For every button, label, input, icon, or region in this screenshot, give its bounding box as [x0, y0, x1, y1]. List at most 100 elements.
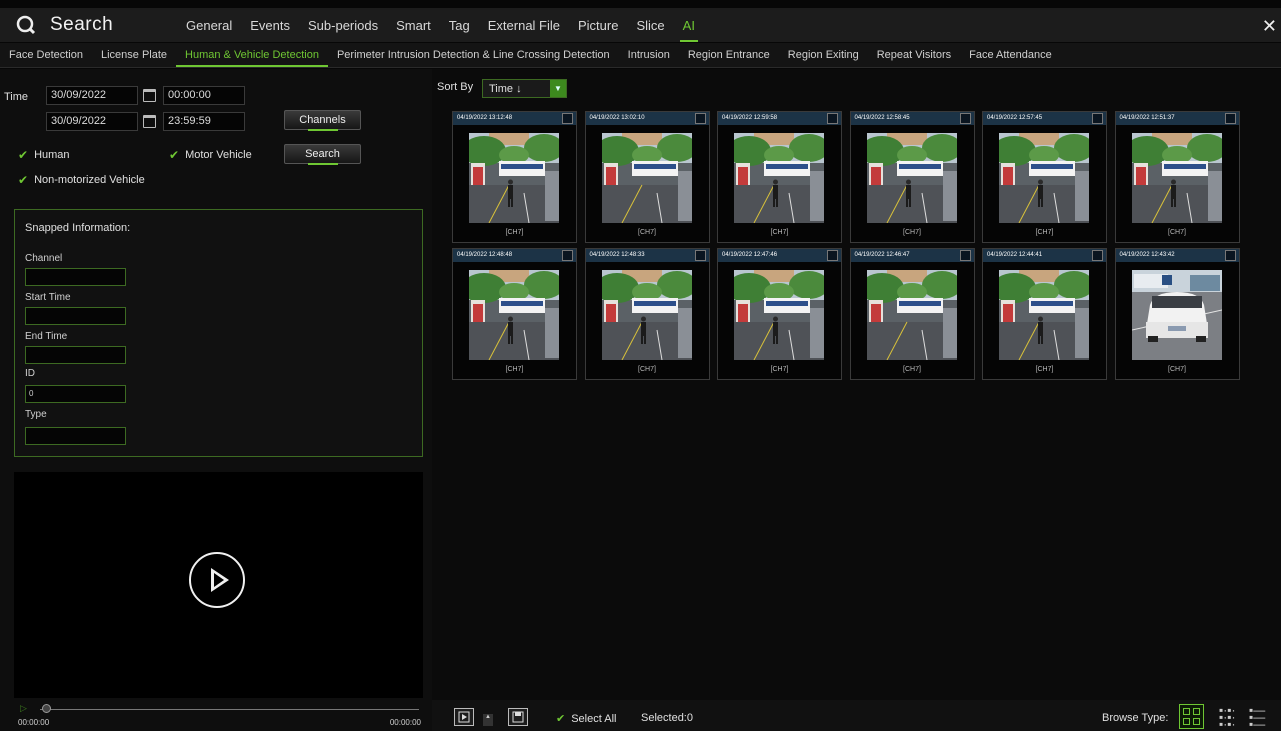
subtab-human-vehicle-detection[interactable]: Human & Vehicle Detection — [176, 43, 328, 67]
result-thumbnail[interactable]: 04/19/2022 13:02:10 [CH7] — [584, 111, 710, 243]
snapshot-image[interactable] — [734, 270, 824, 360]
timeline-handle[interactable] — [42, 704, 51, 713]
search-button[interactable]: Search — [284, 144, 361, 165]
grid-view-icon[interactable] — [1179, 704, 1204, 729]
id-value: 0 — [25, 385, 126, 403]
thumbnail-timestamp: 04/19/2022 13:12:48 — [457, 115, 513, 121]
tab-picture[interactable]: Picture — [578, 8, 618, 42]
snapshot-image[interactable] — [734, 133, 824, 223]
thumbnail-checkbox[interactable] — [1224, 250, 1236, 261]
result-thumbnail[interactable]: 04/19/2022 12:43:42 [CH7] — [1114, 248, 1240, 380]
result-thumbnail[interactable]: 04/19/2022 12:46:47 [CH7] — [849, 248, 975, 380]
video-player[interactable] — [14, 472, 423, 698]
tab-events[interactable]: Events — [250, 8, 290, 42]
result-thumbnail[interactable]: 04/19/2022 12:48:48 [CH7] — [452, 248, 577, 380]
close-icon[interactable]: ✕ — [1262, 16, 1277, 37]
human-checkbox[interactable]: ✔ Human — [18, 148, 70, 162]
tab-ai[interactable]: AI — [679, 8, 699, 42]
tab-external-file[interactable]: External File — [488, 8, 560, 42]
thumbnail-header: 04/19/2022 12:57:45 — [983, 112, 1106, 125]
playback-timeline[interactable]: ▷ 00:00:00 00:00:00 — [14, 703, 423, 729]
subtab-repeat-visitors[interactable]: Repeat Visitors — [868, 43, 960, 67]
play-small-icon[interactable]: ▷ — [20, 703, 27, 714]
thumbnail-channel: [CH7] — [770, 366, 789, 373]
result-thumbnail[interactable]: 04/19/2022 12:48:33 [CH7] — [584, 248, 710, 380]
subtab-face-attendance[interactable]: Face Attendance — [960, 43, 1061, 67]
start-calendar-icon[interactable] — [143, 89, 156, 102]
thumbnail-header: 04/19/2022 12:48:33 — [585, 249, 709, 262]
result-thumbnail[interactable]: 04/19/2022 12:44:41 [CH7] — [982, 248, 1107, 380]
end-time-label: End Time — [25, 331, 68, 342]
result-thumbnail[interactable]: 04/19/2022 12:58:45 [CH7] — [849, 111, 975, 243]
thumbnail-header: 04/19/2022 12:44:41 — [983, 249, 1106, 262]
snapshot-image[interactable] — [601, 133, 692, 223]
detail-grid-view-icon[interactable]: ▪·▪· ▪·▪· ▪·▪· — [1219, 704, 1236, 730]
snapshot-image[interactable] — [1131, 270, 1222, 360]
start-time-value — [25, 307, 126, 325]
result-thumbnail[interactable]: 04/19/2022 12:47:46 [CH7] — [717, 248, 842, 380]
sort-label: Sort By — [437, 81, 474, 93]
subtab-region-exiting[interactable]: Region Exiting — [779, 43, 868, 67]
backup-button[interactable] — [508, 708, 528, 726]
tab-smart[interactable]: Smart — [396, 8, 431, 42]
list-view-icon[interactable]: ▪— ▪— ▪— — [1249, 704, 1265, 730]
thumbnail-checkbox[interactable] — [959, 113, 971, 124]
select-all-checkbox[interactable]: ✔ Select All — [556, 712, 616, 726]
thumbnail-checkbox[interactable] — [827, 113, 838, 124]
tab-sub-periods[interactable]: Sub-periods — [308, 8, 378, 42]
motor-vehicle-checkbox[interactable]: ✔ Motor Vehicle — [169, 148, 252, 162]
tab-slice[interactable]: Slice — [636, 8, 664, 42]
subtab-intrusion[interactable]: Intrusion — [619, 43, 679, 67]
snapshot-image[interactable] — [999, 133, 1089, 223]
end-calendar-icon[interactable] — [143, 115, 156, 128]
checkmark-icon: ✔ — [169, 148, 180, 162]
thumbnail-checkbox[interactable] — [827, 250, 838, 261]
snapshot-image[interactable] — [469, 133, 559, 223]
thumbnail-checkbox[interactable] — [694, 250, 706, 261]
thumbnail-checkbox[interactable] — [1092, 113, 1103, 124]
start-date-field[interactable]: 30/09/2022 — [46, 86, 138, 105]
thumbnail-checkbox[interactable] — [1224, 113, 1236, 124]
snapshot-image[interactable] — [469, 270, 559, 360]
channels-button[interactable]: Channels — [284, 110, 361, 131]
thumbnail-header: 04/19/2022 12:48:48 — [453, 249, 576, 262]
subtab-perimeter-intrusion-detection-line-crossing-detection[interactable]: Perimeter Intrusion Detection & Line Cro… — [328, 43, 619, 67]
snapshot-image[interactable] — [866, 270, 957, 360]
end-time-field[interactable]: 23:59:59 — [163, 112, 245, 131]
thumbnail-checkbox[interactable] — [959, 250, 971, 261]
thumbnail-checkbox[interactable] — [562, 113, 573, 124]
timeline-track[interactable] — [40, 709, 419, 710]
start-time-field[interactable]: 00:00:00 — [163, 86, 245, 105]
snapshot-image[interactable] — [601, 270, 692, 360]
checkmark-icon: ✔ — [18, 148, 29, 162]
bottom-toolbar: ▲ ✔ Select All Selected:0 Browse Type: ▪·… — [432, 700, 1281, 731]
checkmark-icon: ✔ — [556, 713, 566, 725]
non-motorized-checkbox[interactable]: ✔ Non-motorized Vehicle — [18, 173, 145, 187]
thumbnail-timestamp: 04/19/2022 12:48:33 — [589, 252, 645, 258]
thumbnail-header: 04/19/2022 12:59:58 — [718, 112, 841, 125]
result-thumbnail[interactable]: 04/19/2022 12:59:58 [CH7] — [717, 111, 842, 243]
play-selected-button[interactable] — [454, 708, 474, 726]
thumbnail-channel: [CH7] — [903, 229, 921, 236]
thumbnail-checkbox[interactable] — [694, 113, 706, 124]
id-label: ID — [25, 368, 35, 379]
sort-select[interactable]: Time ↓ ▼ — [482, 79, 567, 98]
result-thumbnail[interactable]: 04/19/2022 12:51:37 [CH7] — [1114, 111, 1240, 243]
result-thumbnail[interactable]: 04/19/2022 12:57:45 [CH7] — [982, 111, 1107, 243]
snapshot-image[interactable] — [999, 270, 1089, 360]
snapshot-image[interactable] — [866, 133, 957, 223]
subtab-license-plate[interactable]: License Plate — [92, 43, 176, 67]
subtab-region-entrance[interactable]: Region Entrance — [679, 43, 779, 67]
start-time-label: Start Time — [25, 292, 71, 303]
thumbnail-checkbox[interactable] — [562, 250, 573, 261]
snapshot-image[interactable] — [1131, 133, 1222, 223]
expand-icon[interactable]: ▲ — [483, 714, 493, 726]
tab-tag[interactable]: Tag — [449, 8, 470, 42]
subtab-face-detection[interactable]: Face Detection — [0, 43, 92, 67]
result-thumbnail[interactable]: 04/19/2022 13:12:48 [CH7] — [452, 111, 577, 243]
tab-general[interactable]: General — [186, 8, 232, 42]
end-date-field[interactable]: 30/09/2022 — [46, 112, 138, 131]
play-icon[interactable] — [189, 552, 245, 608]
sort-value: Time ↓ — [489, 83, 522, 95]
thumbnail-checkbox[interactable] — [1092, 250, 1103, 261]
